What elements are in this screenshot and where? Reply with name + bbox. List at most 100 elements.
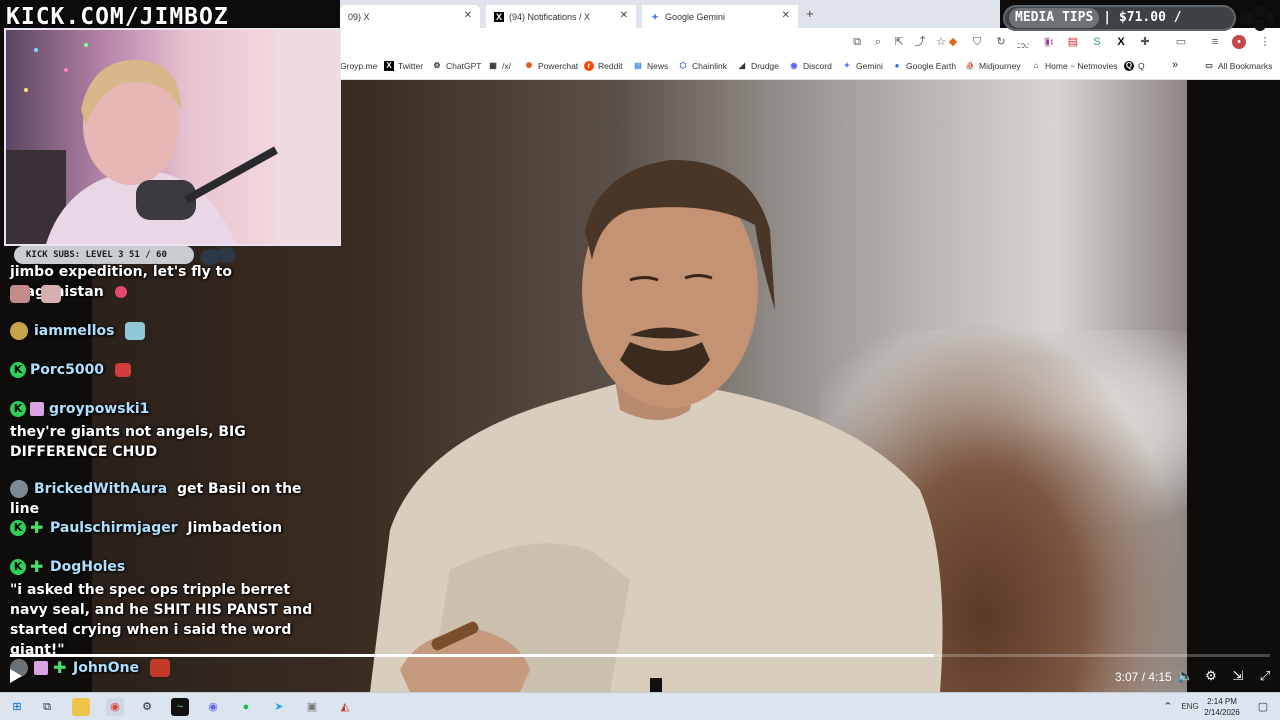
new-tab-button[interactable]: + bbox=[806, 6, 814, 21]
install-icon[interactable]: ⇱ bbox=[892, 35, 906, 49]
bookmark-x[interactable]: ▦/x/ bbox=[488, 61, 511, 71]
tab-x[interactable]: 09) X ✕ bbox=[340, 5, 480, 28]
grid-icon: ▦ bbox=[489, 61, 497, 70]
close-tab-icon[interactable]: ✕ bbox=[620, 10, 628, 21]
bookmark-twitter[interactable]: X Twitter bbox=[384, 61, 423, 71]
chainlink-icon: ⬡ bbox=[679, 61, 687, 70]
discord-icon: ◉ bbox=[790, 61, 798, 70]
shield-icon[interactable]: ⛉ bbox=[970, 35, 984, 49]
taskbar-clock[interactable]: 2:14 PM 2/14/2026 bbox=[1198, 696, 1246, 718]
bookmark-chatgpt[interactable]: ⚙ ChatGPT bbox=[432, 61, 481, 71]
close-tab-icon[interactable]: ✕ bbox=[782, 10, 790, 21]
tab-gemini[interactable]: ✦ Google Gemini ✕ bbox=[642, 5, 798, 28]
home-icon: ⌂ bbox=[1033, 61, 1039, 70]
chat-message: Kgroypowski1 bbox=[10, 399, 149, 419]
chat-overlay: jimbo expedition, let's fly to afaganist… bbox=[0, 262, 330, 692]
close-tab-icon[interactable]: ✕ bbox=[464, 10, 472, 21]
volume-icon[interactable]: 🔈 bbox=[1177, 669, 1193, 683]
chat-username[interactable]: groypowski1 bbox=[49, 401, 149, 417]
chrome-icon[interactable]: ◉ bbox=[106, 698, 124, 716]
gem-badge-icon: ✚ bbox=[30, 557, 44, 576]
fullscreen-icon[interactable]: ⤢ bbox=[1258, 669, 1272, 683]
language-indicator[interactable]: ENG bbox=[1180, 698, 1200, 716]
extension-refresh-icon[interactable]: ↻ bbox=[994, 35, 1008, 49]
webcam-streamer bbox=[6, 30, 339, 244]
video-letterbox-right bbox=[1187, 80, 1280, 692]
chat-username[interactable]: iammellos bbox=[34, 323, 114, 339]
chat-username[interactable]: DogHoles bbox=[50, 559, 125, 575]
bookmark-news[interactable]: ▤ News bbox=[633, 61, 668, 71]
tips-logo-icon bbox=[1239, 5, 1275, 31]
chat-text: they're giants not angels, BIG DIFFERENC… bbox=[10, 424, 246, 460]
tray-chevron-icon[interactable]: ⌃ bbox=[1162, 698, 1174, 716]
terminal-icon[interactable]: ~ bbox=[171, 698, 189, 716]
profile-avatar-icon[interactable]: • bbox=[1232, 35, 1246, 49]
spotify-icon[interactable]: ● bbox=[237, 698, 255, 716]
video-time: 3:07 / 4:15 bbox=[1115, 670, 1172, 684]
task-view-icon[interactable]: ⧉ bbox=[38, 698, 56, 716]
steam-icon[interactable]: ⚙ bbox=[138, 698, 156, 716]
chat-message: BrickedWithAura get Basil on the line bbox=[10, 479, 330, 519]
more-bookmarks-button[interactable]: » bbox=[1172, 59, 1178, 71]
notifications-icon[interactable]: ▢ bbox=[1254, 698, 1272, 716]
face-emote-icon bbox=[40, 285, 61, 303]
bookmark-drudge[interactable]: ◢ Drudge bbox=[737, 61, 779, 71]
gemini-icon: ✦ bbox=[651, 11, 659, 22]
chat-username[interactable]: Paulschirmjager bbox=[50, 520, 178, 536]
chat-text: "i asked the spec ops tripple berret nav… bbox=[10, 582, 313, 658]
file-explorer-icon[interactable] bbox=[72, 698, 90, 716]
windows-taskbar: ⊞ ⧉ ◉ ⚙ ~ ◉ ● ➤ ▣ ◭ ⌃ ENG 2:14 PM 2/14/2… bbox=[0, 692, 1280, 720]
telegram-icon[interactable]: ➤ bbox=[270, 698, 288, 716]
windows-start-icon[interactable]: ⊞ bbox=[8, 698, 26, 716]
bookmark-reddit[interactable]: r Reddit bbox=[584, 61, 623, 71]
app-icon[interactable]: ▣ bbox=[303, 698, 321, 716]
chat-message: K Porc5000 bbox=[10, 360, 131, 380]
bookmark-google-earth[interactable]: ● Google Earth bbox=[892, 61, 957, 71]
translate-icon[interactable]: ⧉ bbox=[850, 35, 864, 49]
chatgpt-icon: ⚙ bbox=[433, 61, 441, 70]
share-icon[interactable]: ⤴ bbox=[913, 35, 927, 49]
kick-badge-icon: K bbox=[10, 362, 26, 378]
playlist-icon[interactable]: ≡ bbox=[1208, 35, 1222, 49]
theater-mode-icon[interactable]: ⇲ bbox=[1231, 669, 1245, 683]
bookmark-netmovies[interactable]: ⌂ Home ~ Netmovies bbox=[1031, 61, 1118, 71]
extension-icon[interactable]: S bbox=[1090, 35, 1104, 49]
bookmarks-bar: Groyp.me X Twitter ⚙ ChatGPT ▦/x/ ✺ Powerch… bbox=[340, 56, 1280, 80]
tab-notifications[interactable]: X (94) Notifications / X ✕ bbox=[486, 5, 636, 28]
zoom-icon[interactable]: ⌕ bbox=[871, 35, 885, 49]
chat-username[interactable]: BrickedWithAura bbox=[34, 481, 167, 497]
kick-badge-icon: K bbox=[10, 401, 26, 417]
drudge-icon: ◢ bbox=[738, 61, 746, 70]
app-icon[interactable]: ◭ bbox=[336, 698, 354, 716]
settings-gear-icon[interactable]: ⚙ bbox=[1204, 669, 1218, 683]
discord-icon[interactable]: ◉ bbox=[204, 698, 222, 716]
bookmark-discord[interactable]: ◉ Discord bbox=[789, 61, 832, 71]
clock-date: 2/14/2026 bbox=[1204, 708, 1240, 717]
bookmark-midjourney[interactable]: ⛵ Midjourney bbox=[965, 61, 1021, 71]
browser-toolbar: ⧉ ⌕ ⇱ ⤴ ☆ ◆ ⛉ ↻ 290 ▣ ▤ S X ✚ ▭ ≡ • ⋮ bbox=[340, 28, 1280, 56]
menu-dots-icon[interactable]: ⋮ bbox=[1258, 35, 1272, 49]
video-person bbox=[370, 159, 943, 692]
x-icon[interactable]: X bbox=[1114, 35, 1128, 49]
metamask-icon[interactable]: ◆ bbox=[946, 35, 960, 49]
bookmark-gemini[interactable]: ✦ Gemini bbox=[842, 61, 883, 71]
chat-message: K ✚ DogHoles bbox=[10, 557, 125, 577]
media-tips-label: MEDIA TIPS bbox=[1009, 8, 1100, 28]
all-bookmarks-button[interactable]: ▭ All Bookmarks bbox=[1204, 61, 1272, 71]
tab-title: 09) X bbox=[348, 11, 370, 22]
play-icon[interactable] bbox=[9, 668, 23, 684]
bookmark-groyp[interactable]: Groyp.me bbox=[340, 61, 377, 71]
webcam-overlay bbox=[4, 28, 341, 246]
chat-username[interactable]: Porc5000 bbox=[30, 362, 104, 378]
reddit-icon: r bbox=[584, 61, 594, 71]
extension-icon[interactable]: ▤ bbox=[1066, 35, 1080, 49]
bookmark-q[interactable]: QQ bbox=[1124, 61, 1145, 71]
player-controls: 3:07 / 4:15 🔈 ⚙ ⇲ ⤢ bbox=[0, 660, 1280, 692]
video-progress-bar[interactable] bbox=[10, 654, 1270, 657]
chat-emote-row bbox=[10, 284, 61, 304]
media-icon[interactable]: ▭ bbox=[1174, 35, 1188, 49]
bookmark-powerchat[interactable]: ✺ Powerchat bbox=[524, 61, 579, 71]
face-emote-icon bbox=[10, 285, 30, 303]
puzzle-icon[interactable]: ✚ bbox=[1138, 35, 1152, 49]
bookmark-chainlink[interactable]: ⬡ Chainlink bbox=[678, 61, 727, 71]
